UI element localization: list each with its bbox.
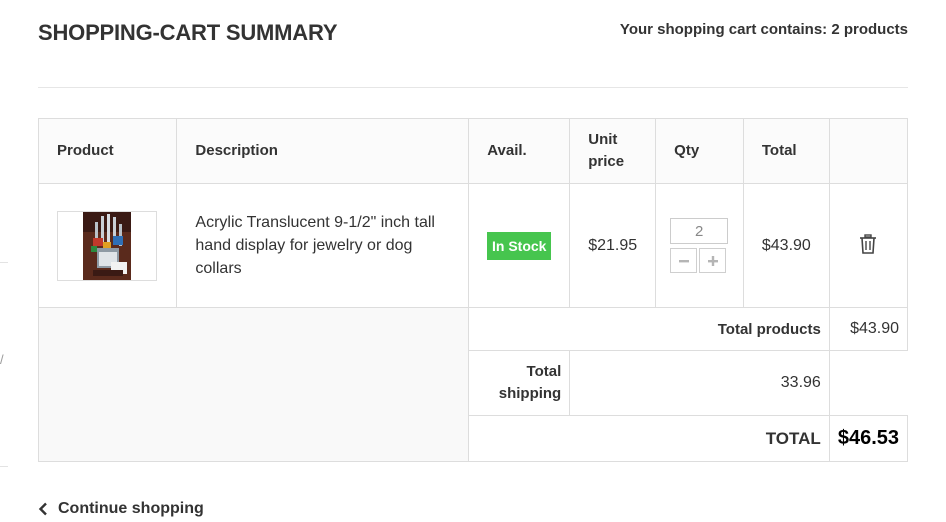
quantity-cell [655, 183, 744, 308]
line-total: $43.90 [742, 183, 830, 308]
total-products-label: Total products [468, 307, 830, 351]
header-qty: Qty [655, 118, 744, 184]
quantity-buttons [670, 248, 728, 273]
quantity-stepper [670, 218, 729, 273]
table-row: Acrylic Translucent 9-1/2" inch tall han… [37, 183, 909, 308]
grand-total-label: TOTAL [468, 415, 830, 462]
edge-divider [0, 262, 8, 263]
product-description[interactable]: Acrylic Translucent 9-1/2" inch tall han… [176, 183, 470, 308]
edge-slash-fragment: / [0, 352, 4, 367]
product-photo-icon [83, 211, 131, 280]
total-shipping-value: 33.96 [569, 350, 830, 416]
shopping-cart-page: / SHOPPING-CART SUMMARY Your shopping ca… [0, 0, 946, 522]
in-stock-badge: In Stock [487, 231, 552, 260]
increase-quantity-button[interactable] [699, 248, 727, 273]
delete-cell [828, 183, 909, 308]
minus-icon [678, 259, 689, 262]
header-availability: Avail. [468, 118, 571, 184]
availability-cell: In Stock [468, 183, 571, 308]
plus-icon [707, 255, 718, 266]
unit-price: $21.95 [569, 183, 657, 308]
cart-table: Product Description Avail. Unit price Qt… [37, 118, 909, 462]
total-products-value: $43.90 [828, 307, 909, 351]
continue-shopping-link[interactable]: Continue shopping [38, 500, 204, 518]
total-shipping-label: Total shipping [468, 350, 571, 416]
header-delete [828, 118, 909, 184]
delete-item-button[interactable] [859, 233, 877, 258]
product-image-cell [37, 183, 178, 308]
title-divider [38, 87, 908, 88]
summary-spacer [37, 307, 470, 462]
continue-shopping-label: Continue shopping [58, 500, 204, 517]
decrease-quantity-button[interactable] [670, 248, 698, 273]
total-products-row: Total products $43.90 [37, 307, 909, 462]
header-total: Total [742, 118, 830, 184]
header-description: Description [176, 118, 470, 184]
product-thumbnail[interactable] [57, 210, 157, 281]
header-unit-price: Unit price [569, 118, 657, 184]
page-title: SHOPPING-CART SUMMARY [38, 20, 338, 45]
header-product: Product [37, 118, 178, 184]
chevron-left-icon [38, 502, 47, 516]
quantity-input[interactable] [670, 218, 729, 244]
empty-cell [829, 350, 908, 416]
trash-icon [860, 233, 877, 254]
cart-count-text: Your shopping cart contains: 2 products [619, 21, 908, 38]
grand-total-value: $46.53 [828, 415, 909, 462]
edge-divider [0, 466, 8, 467]
table-header-row: Product Description Avail. Unit price Qt… [37, 118, 909, 184]
